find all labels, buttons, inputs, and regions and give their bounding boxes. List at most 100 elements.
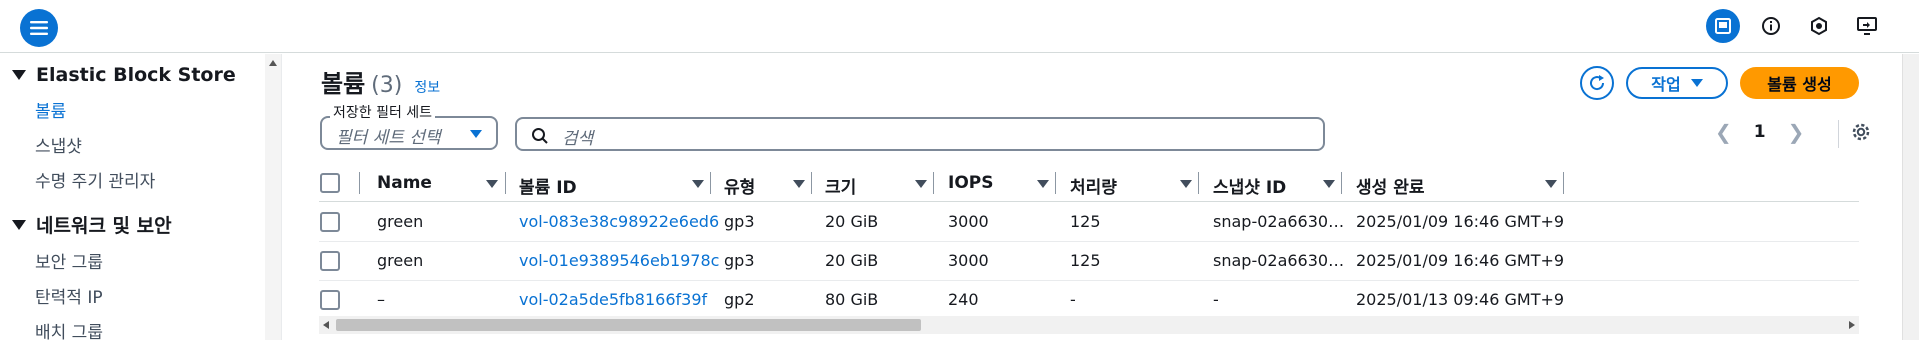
current-page-number[interactable]: 1 [1754, 122, 1766, 142]
refresh-button[interactable] [1580, 66, 1614, 100]
cell-snapshot-id: snap-02a6630… [1213, 212, 1345, 231]
sort-caret-icon[interactable] [1323, 180, 1335, 188]
cell-created: 2025/01/13 09:46 GMT+9 [1356, 290, 1565, 309]
menu-icon[interactable] [20, 9, 58, 47]
previous-page-icon[interactable]: ❮ [1715, 120, 1732, 144]
actions-label: 작업 [1651, 75, 1681, 94]
sidebar-item-elastic-ip[interactable]: 탄력적 IP [35, 283, 103, 308]
scroll-up-icon[interactable] [269, 60, 277, 66]
column-separator[interactable] [1198, 172, 1199, 194]
column-separator[interactable] [1563, 172, 1564, 194]
row-checkbox[interactable] [320, 290, 340, 310]
column-separator[interactable] [1055, 172, 1056, 194]
page-header: 볼륨 (3) 정보 [321, 64, 440, 99]
sort-caret-icon[interactable] [793, 180, 805, 188]
search-placeholder: 검색 [562, 129, 594, 149]
actions-dropdown-button[interactable]: 작업 [1626, 67, 1728, 99]
cell-volume-id-link[interactable]: vol-083e38c98922e6ed6 [519, 212, 719, 231]
sidebar-item-security-groups[interactable]: 보안 그룹 [35, 248, 103, 273]
cell-type: gp3 [724, 251, 755, 270]
column-header-size[interactable]: 크기 [825, 173, 856, 198]
volume-count: (3) [371, 73, 403, 98]
page-scrollbar[interactable] [1902, 54, 1919, 340]
table-row[interactable]: green vol-083e38c98922e6ed6 gp3 20 GiB 3… [319, 203, 1859, 242]
sidebar-section-network[interactable]: 네트워크 및 보안 [12, 211, 172, 238]
column-header-throughput[interactable]: 처리량 [1070, 173, 1117, 198]
row-checkbox[interactable] [320, 251, 340, 271]
panel-icon[interactable] [1706, 9, 1740, 43]
top-navigation [0, 0, 1919, 53]
sort-caret-icon[interactable] [1545, 180, 1557, 188]
sort-caret-icon[interactable] [486, 180, 498, 188]
caret-down-icon [470, 130, 482, 138]
cell-type: gp3 [724, 212, 755, 231]
column-header-volume-id[interactable]: 볼륨 ID [519, 173, 577, 198]
cell-throughput: - [1070, 290, 1076, 309]
main-content: 볼륨 (3) 정보 작업 볼륨 생성 필터 세트 선택 저장한 필터 세트 검색… [283, 54, 1883, 340]
collapse-triangle-icon [12, 70, 26, 80]
refresh-icon [1590, 75, 1605, 91]
scroll-left-icon[interactable] [323, 321, 329, 329]
cell-size: 20 GiB [825, 212, 879, 231]
table-row[interactable]: green vol-01e9389546eb1978c gp3 20 GiB 3… [319, 242, 1859, 281]
search-icon [532, 128, 548, 144]
column-header-type[interactable]: 유형 [724, 173, 755, 198]
cell-created: 2025/01/09 16:46 GMT+9 [1356, 212, 1565, 231]
column-separator [359, 172, 360, 194]
column-separator[interactable] [1341, 172, 1342, 194]
column-header-name[interactable]: Name [377, 173, 432, 193]
sidebar-scrollbar[interactable] [265, 54, 281, 340]
sort-caret-icon[interactable] [915, 180, 927, 188]
cell-volume-id-link[interactable]: vol-02a5de5fb8166f39f [519, 290, 707, 309]
sidebar-section-ebs[interactable]: Elastic Block Store [12, 64, 236, 86]
next-page-icon[interactable]: ❯ [1788, 120, 1805, 144]
search-input[interactable]: 검색 [515, 117, 1325, 151]
table-row[interactable]: – vol-02a5de5fb8166f39f gp2 80 GiB 240 -… [319, 281, 1859, 320]
sort-caret-icon[interactable] [1037, 180, 1049, 188]
sidebar-item-snapshots[interactable]: 스냅샷 [35, 132, 82, 157]
cell-iops: 3000 [948, 251, 989, 270]
cell-snapshot-id: snap-02a6630… [1213, 251, 1345, 270]
settings-hex-icon[interactable] [1802, 9, 1836, 43]
scrollbar-thumb[interactable] [336, 319, 921, 331]
sidebar: Elastic Block Store 볼륨 스냅샷 수명 주기 관리자 네트워… [0, 54, 282, 340]
cell-name: – [377, 290, 385, 309]
cell-iops: 3000 [948, 212, 989, 231]
column-separator[interactable] [811, 172, 812, 194]
gear-icon [1852, 123, 1870, 141]
top-icon-group [1706, 9, 1884, 43]
column-separator[interactable] [505, 172, 506, 194]
cell-volume-id-link[interactable]: vol-01e9389546eb1978c [519, 251, 719, 270]
column-separator[interactable] [710, 172, 711, 194]
create-volume-button[interactable]: 볼륨 생성 [1740, 67, 1859, 99]
sidebar-item-placement-groups[interactable]: 배치 그룹 [35, 318, 103, 340]
table-horizontal-scrollbar[interactable] [319, 316, 1859, 334]
table-header: Name 볼륨 ID 유형 크기 IOPS 처리량 스냅샷 ID 생성 완료 [319, 164, 1859, 202]
collapse-triangle-icon [12, 219, 26, 230]
info-icon[interactable] [1754, 9, 1788, 43]
row-checkbox[interactable] [320, 212, 340, 232]
sort-caret-icon[interactable] [1180, 180, 1192, 188]
table-preferences-button[interactable] [1838, 120, 1870, 148]
cell-snapshot-id: - [1213, 290, 1219, 309]
column-header-snapshot-id[interactable]: 스냅샷 ID [1213, 173, 1286, 198]
cell-throughput: 125 [1070, 212, 1101, 231]
cell-name: green [377, 251, 424, 270]
column-separator[interactable] [933, 172, 934, 194]
saved-filter-set-label: 저장한 필터 세트 [330, 102, 436, 122]
column-header-iops[interactable]: IOPS [948, 173, 993, 193]
sidebar-section-label: 네트워크 및 보안 [36, 215, 172, 237]
cell-size: 20 GiB [825, 251, 879, 270]
select-all-checkbox[interactable] [320, 173, 340, 193]
column-header-created[interactable]: 생성 완료 [1356, 173, 1424, 198]
filter-set-placeholder: 필터 세트 선택 [336, 128, 441, 148]
cell-name: green [377, 212, 424, 231]
sidebar-item-lifecycle-manager[interactable]: 수명 주기 관리자 [35, 167, 155, 192]
scroll-right-icon[interactable] [1849, 321, 1855, 329]
cell-type: gp2 [724, 290, 755, 309]
screen-share-icon[interactable] [1850, 9, 1884, 43]
cell-throughput: 125 [1070, 251, 1101, 270]
info-link[interactable]: 정보 [414, 77, 440, 97]
sort-caret-icon[interactable] [692, 180, 704, 188]
sidebar-item-volumes[interactable]: 볼륨 [35, 97, 66, 122]
